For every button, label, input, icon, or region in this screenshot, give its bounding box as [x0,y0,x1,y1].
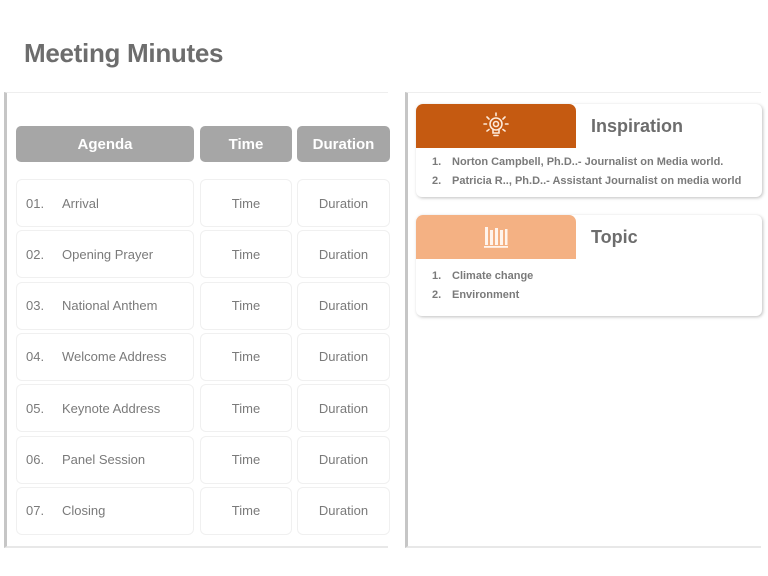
time-cell: Time [200,384,292,433]
list-number: 1. [432,156,442,168]
topic-card: Topic 1. Climate change 2. Environment [416,215,762,316]
topic-list: 1. Climate change 2. Environment [432,270,533,308]
list-item: 2. Environment [432,289,533,308]
agenda-item-cell: 05. Keynote Address [16,384,194,433]
lightbulb-icon [483,112,509,137]
duration-cell: Duration [297,486,390,535]
agenda-number: 07. [26,503,45,519]
list-text: Patricia R.., Ph.D..- Assistant Journali… [452,175,742,187]
list-number: 2. [432,175,442,187]
list-text: Norton Campbell, Ph.D..- Journalist on M… [452,156,724,168]
list-number: 2. [432,289,442,301]
duration-cell: Duration [297,384,390,433]
time-cell: Time [200,230,292,279]
time-cell: Time [200,486,292,535]
header-duration: Duration [297,126,390,162]
agenda-label: Closing [62,503,106,519]
list-number: 1. [432,270,442,282]
agenda-label: Arrival [62,195,99,211]
time-cell: Time [200,435,292,484]
duration-cell: Duration [297,435,390,484]
agenda-number: 05. [26,400,45,416]
inspiration-heading: Inspiration [591,116,684,136]
list-item: 2. Patricia R.., Ph.D..- Assistant Journa… [432,175,741,194]
agenda-label: Welcome Address [62,349,167,365]
agenda-item-cell: 06. Panel Session [16,435,194,484]
agenda-number: 06. [26,452,45,467]
duration-cell: Duration [297,281,390,330]
inspiration-card: Inspiration 1. Norton Campbell, Ph.D..- J… [416,104,762,197]
topic-tab [416,215,576,259]
list-text: Climate change [452,270,534,282]
agenda-label: Opening Prayer [62,246,154,262]
agenda-label: National Anthem [62,298,158,314]
header-time: Time [200,126,292,162]
inspiration-list: 1. Norton Campbell, Ph.D..- Journalist on… [432,156,741,194]
books-icon [484,227,508,248]
time-cell: Time [200,332,292,381]
agenda-number: 03. [26,298,45,314]
duration-cell: Duration [297,179,390,227]
agenda-number: 04. [26,349,45,365]
inspiration-tab [416,104,576,148]
agenda-label: Keynote Address [62,400,161,416]
agenda-item-cell: 03. National Anthem [16,281,194,330]
time-cell: Time [200,179,292,227]
agenda-item-cell: 07. Closing [16,486,194,535]
time-cell: Time [200,281,292,330]
agenda-item-cell: 01. Arrival [16,179,194,227]
topic-heading: Topic [591,227,638,247]
header-agenda: Agenda [16,126,194,162]
agenda-number: 02. [26,246,45,262]
list-text: Environment [452,289,520,301]
agenda-item-cell: 02. Opening Prayer [16,230,194,279]
duration-cell: Duration [297,332,390,381]
list-item: 1. Climate change [432,270,533,289]
page-title: Meeting Minutes [24,38,224,68]
list-item: 1. Norton Campbell, Ph.D..- Journalist on… [432,156,741,175]
agenda-label: Panel Session [62,452,146,467]
duration-cell: Duration [297,230,390,279]
agenda-number: 01. [26,195,45,211]
agenda-item-cell: 04. Welcome Address [16,332,194,381]
